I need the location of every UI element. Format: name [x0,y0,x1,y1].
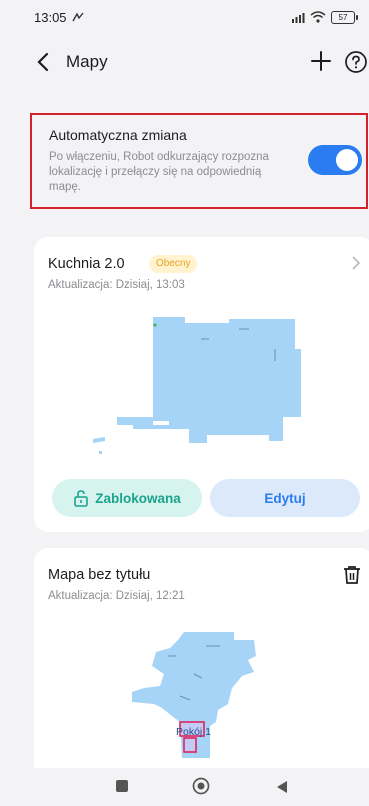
lock-icon [74,490,89,507]
help-icon[interactable] [344,50,368,74]
home-icon[interactable] [192,777,210,795]
back-icon[interactable] [34,50,54,74]
current-badge: Obecny [149,255,198,273]
map-card-untitled[interactable]: Mapa bez tytułu Aktualizacja: Dzisiaj, 1… [34,548,369,768]
wifi-icon [310,11,326,23]
room-label: Pokój 1 [176,726,212,738]
plus-icon[interactable] [310,50,332,72]
locked-button[interactable]: Zablokowana [52,479,202,517]
signal-icon [292,12,305,23]
map-updated: Aktualizacja: Dzisiaj, 12:21 [48,590,185,602]
chevron-right-icon[interactable] [349,254,363,272]
recents-icon[interactable] [116,780,128,792]
edit-button[interactable]: Edytuj [210,479,360,517]
map-card-current[interactable]: Kuchnia 2.0 Obecny Aktualizacja: Dzisiaj… [34,237,369,532]
back-triangle-icon[interactable] [275,779,289,795]
trash-icon[interactable] [343,565,361,585]
status-bar: 13:05 57 [0,0,369,34]
battery-icon: 57 [331,10,358,24]
auto-switch-description: Po włączeniu, Robot odkurzający rozpozna… [49,151,269,193]
edit-label: Edytuj [264,490,306,506]
auto-switch-card: Automatyczna zmiana Po włączeniu, Robot … [30,113,368,209]
map-name: Mapa bez tytułu [48,567,151,583]
auto-switch-toggle[interactable] [308,145,362,175]
map-updated: Aktualizacja: Dzisiaj, 13:03 [48,279,185,291]
map-name: Kuchnia 2.0 [48,256,125,272]
page-title: Mapy [66,52,108,71]
auto-switch-title: Automatyczna zmiana [49,127,187,143]
status-time: 13:05 [34,9,67,25]
app-header: Mapy [0,40,369,84]
map-preview-untitled [132,632,256,758]
toggle-knob [336,149,358,171]
gesture-icon [71,12,84,22]
system-nav-bar [0,768,369,806]
locked-label: Zablokowana [95,490,181,506]
map-preview [93,317,301,454]
